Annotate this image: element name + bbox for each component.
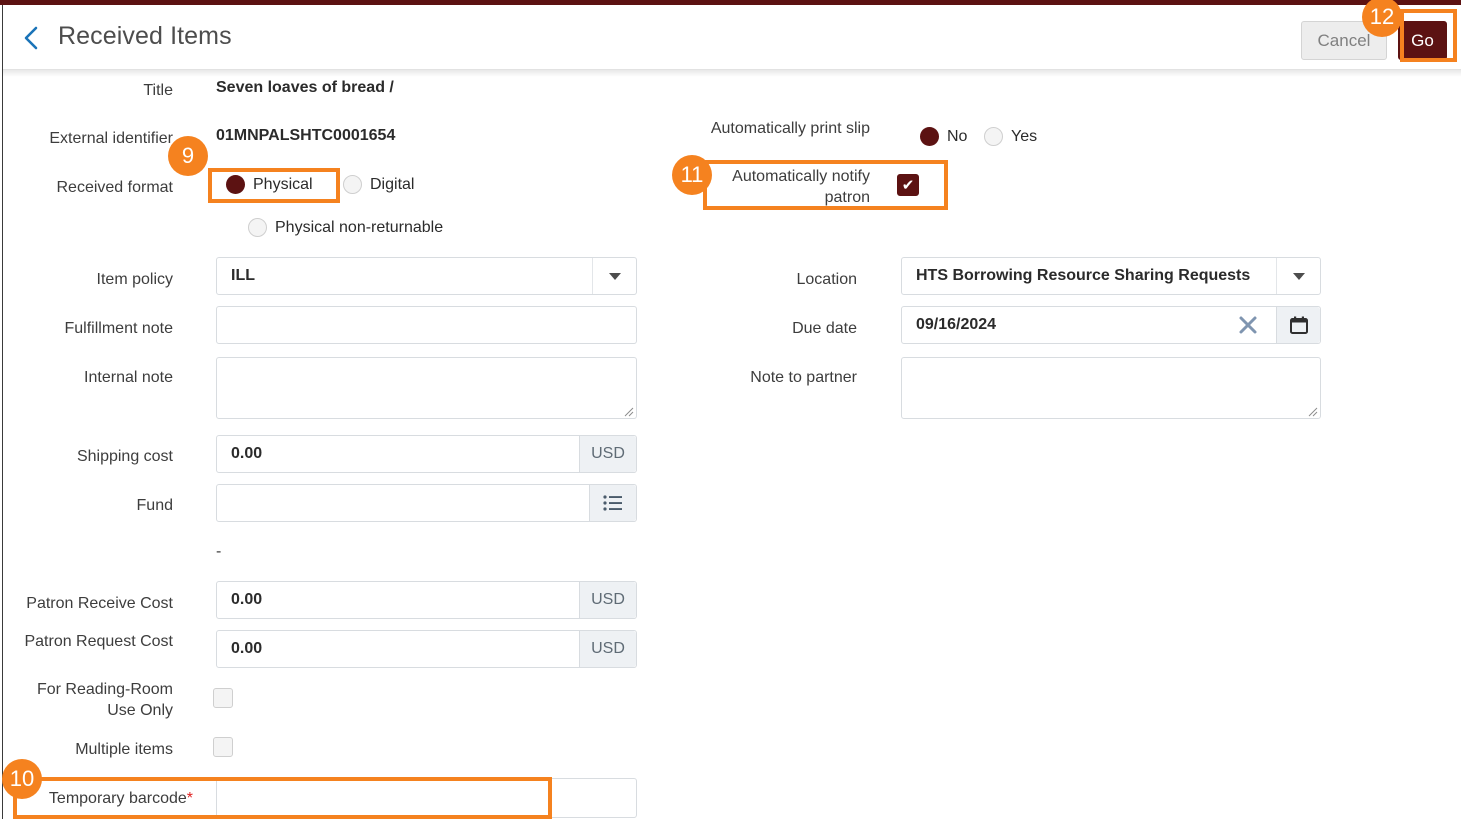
note-to-partner-label: Note to partner (750, 369, 857, 386)
patron-request-cost-currency: USD (579, 631, 636, 667)
received-items-page: Received Items Cancel Go Title Seven loa… (0, 0, 1461, 819)
radio-unselected-icon (343, 175, 362, 194)
automatically-print-slip-yes-label: Yes (1011, 127, 1038, 145)
item-policy-select[interactable]: ILL (216, 257, 637, 295)
radio-unselected-icon (984, 127, 1003, 146)
fulfillment-note-input[interactable] (216, 306, 637, 344)
temporary-barcode-label: Temporary barcode* (20, 788, 193, 809)
item-policy-value: ILL (231, 267, 255, 284)
check-icon: ✔ (901, 176, 915, 194)
required-asterisk: * (186, 790, 193, 807)
shipping-cost-value: 0.00 (231, 445, 263, 462)
due-date-input[interactable]: 09/16/2024 (901, 306, 1321, 344)
callout-badge-11: 11 (672, 155, 712, 195)
received-format-physical[interactable]: Physical (226, 175, 313, 194)
radio-unselected-icon (248, 218, 267, 237)
temporary-barcode-input[interactable] (216, 778, 637, 818)
chevron-down-icon[interactable] (592, 258, 636, 294)
shipping-cost-label: Shipping cost (76, 448, 173, 465)
patron-receive-cost-input[interactable]: 0.00 USD (216, 581, 637, 619)
received-format-physical-non-returnable[interactable]: Physical non-returnable (248, 218, 443, 237)
location-label: Location (796, 271, 858, 288)
external-identifier-value: 01MNPALSHTC0001654 (216, 127, 396, 144)
radio-selected-icon (920, 127, 939, 146)
header-shadow (3, 70, 1461, 77)
due-date-value: 09/16/2024 (916, 316, 997, 333)
fund-input[interactable] (216, 484, 637, 522)
title-label: Title (143, 82, 173, 99)
patron-receive-cost-value: 0.00 (231, 591, 263, 608)
patron-receive-cost-label: Patron Receive Cost (26, 595, 173, 612)
automatically-print-slip-label: Automatically print slip (710, 120, 870, 137)
separator-dash: - (216, 543, 222, 560)
resize-handle-icon[interactable] (1306, 404, 1318, 417)
patron-request-cost-label: Patron Request Cost (24, 633, 173, 650)
automatically-notify-patron-label: Automatically notify patron (732, 168, 870, 206)
item-policy-label: Item policy (96, 271, 173, 288)
callout-badge-10: 10 (2, 759, 42, 799)
for-reading-room-use-only-label: For Reading-Room Use Only (36, 681, 173, 719)
temporary-barcode-label-text: Temporary barcode (48, 790, 187, 807)
fund-label: Fund (136, 497, 173, 514)
location-value: HTS Borrowing Resource Sharing Requests (916, 267, 1251, 284)
patron-receive-cost-currency: USD (579, 582, 636, 618)
go-button[interactable]: Go (1398, 21, 1447, 60)
for-reading-room-use-only-checkbox[interactable] (213, 688, 233, 708)
fulfillment-note-label: Fulfillment note (64, 320, 174, 337)
external-identifier-label: External identifier (49, 130, 173, 147)
automatically-print-slip-yes[interactable]: Yes (984, 127, 1037, 146)
internal-note-label: Internal note (84, 369, 173, 386)
radio-selected-icon (226, 175, 245, 194)
chevron-down-icon[interactable] (1276, 258, 1320, 294)
calendar-icon[interactable] (1276, 307, 1320, 343)
resize-handle-icon[interactable] (622, 404, 634, 417)
shipping-cost-currency: USD (579, 436, 636, 472)
received-format-label: Received format (56, 179, 174, 196)
received-format-physical-label: Physical (253, 175, 313, 193)
shipping-cost-input[interactable]: 0.00 USD (216, 435, 637, 473)
received-format-physical-non-returnable-label: Physical non-returnable (275, 218, 444, 236)
close-x-icon[interactable] (1236, 307, 1260, 343)
title-value: Seven loaves of bread / (216, 79, 394, 96)
received-format-digital-label: Digital (370, 175, 415, 193)
internal-note-textarea[interactable] (216, 357, 637, 419)
note-to-partner-textarea[interactable] (901, 357, 1321, 419)
automatically-notify-patron-checkbox[interactable]: ✔ (897, 174, 919, 196)
location-select[interactable]: HTS Borrowing Resource Sharing Requests (901, 257, 1321, 295)
patron-request-cost-input[interactable]: 0.00 USD (216, 630, 637, 668)
received-format-digital[interactable]: Digital (343, 175, 414, 194)
automatically-print-slip-no[interactable]: No (920, 127, 967, 146)
callout-badge-9: 9 (168, 136, 208, 176)
page-title: Received Items (58, 22, 232, 50)
list-icon[interactable] (589, 485, 636, 521)
patron-request-cost-value: 0.00 (231, 640, 263, 657)
automatically-print-slip-no-label: No (947, 127, 968, 145)
due-date-label: Due date (792, 320, 857, 337)
multiple-items-checkbox[interactable] (213, 737, 233, 757)
multiple-items-label: Multiple items (75, 741, 173, 758)
left-edge-rail (2, 5, 3, 819)
page-header: Received Items Cancel Go (3, 5, 1461, 70)
chevron-left-icon[interactable] (17, 23, 45, 53)
